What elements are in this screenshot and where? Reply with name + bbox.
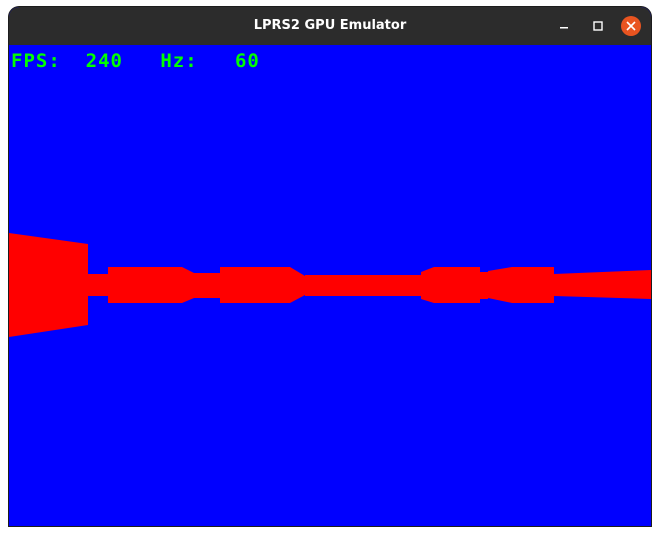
tunnel-connector-2 (194, 273, 220, 298)
tunnel-connector-1 (88, 274, 108, 296)
tunnel-segment-left (9, 233, 88, 337)
hz-value: 60 (234, 50, 260, 72)
emulator-window: LPRS2 GPU Emulator FPS: 240 Hz: 60 (9, 7, 651, 526)
maximize-button[interactable] (588, 16, 608, 36)
close-icon (626, 21, 636, 31)
title-bar[interactable]: LPRS2 GPU Emulator (9, 7, 651, 45)
fps-value: 240 (85, 50, 123, 72)
tunnel-segment-right (554, 270, 651, 299)
hud-overlay: FPS: 240 Hz: 60 (11, 50, 260, 72)
fps-label: FPS: (11, 50, 61, 72)
render-canvas[interactable]: FPS: 240 Hz: 60 (9, 45, 651, 526)
maximize-icon (593, 21, 603, 31)
tunnel-connector-4 (480, 272, 488, 299)
tunnel-segment-4 (421, 267, 480, 303)
hz-label: Hz: (160, 50, 198, 72)
close-button[interactable] (621, 16, 641, 36)
minimize-icon (560, 27, 568, 29)
scene-graphics (9, 233, 651, 337)
tunnel-segment-3 (220, 267, 305, 303)
tunnel-connector-3 (305, 275, 421, 296)
tunnel-segment-2 (108, 267, 194, 303)
tunnel-segment-5 (488, 267, 554, 303)
minimize-button[interactable] (554, 16, 574, 36)
